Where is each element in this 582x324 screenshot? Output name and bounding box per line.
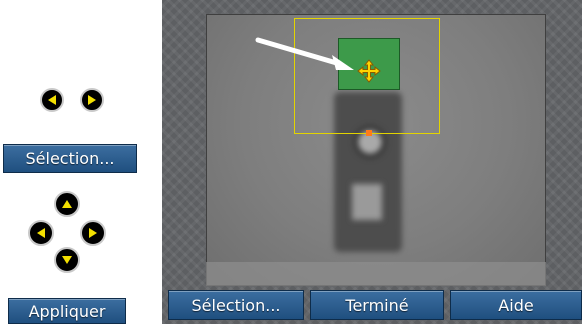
selection-button-bottom[interactable]: Sélection...: [168, 290, 304, 320]
down-arrow-icon: [62, 256, 72, 264]
preview-floor: [206, 262, 546, 286]
apply-button[interactable]: Appliquer: [8, 298, 126, 324]
help-button[interactable]: Aide: [450, 290, 582, 320]
dpad-up-button[interactable]: [54, 191, 80, 217]
right-arrow-button[interactable]: [80, 88, 104, 112]
preview-object-label: [352, 184, 382, 220]
up-arrow-icon: [62, 200, 72, 208]
left-arrow-icon: [48, 95, 56, 105]
dpad-left-button[interactable]: [28, 220, 54, 246]
left-arrow-button[interactable]: [40, 88, 64, 112]
selection-anchor[interactable]: [366, 130, 372, 136]
selection-button-left[interactable]: Sélection...: [3, 144, 137, 173]
pointer-arrow-icon: [255, 37, 354, 70]
left-control-panel: Sélection... Appliquer: [0, 0, 150, 324]
done-button[interactable]: Terminé: [310, 290, 444, 320]
right-arrow-icon: [89, 228, 97, 238]
dpad-down-button[interactable]: [54, 247, 80, 273]
dpad-right-button[interactable]: [80, 220, 106, 246]
left-arrow-icon: [37, 228, 45, 238]
bottom-toolbar: Sélection... Terminé Aide: [162, 290, 582, 324]
right-arrow-icon: [88, 95, 96, 105]
